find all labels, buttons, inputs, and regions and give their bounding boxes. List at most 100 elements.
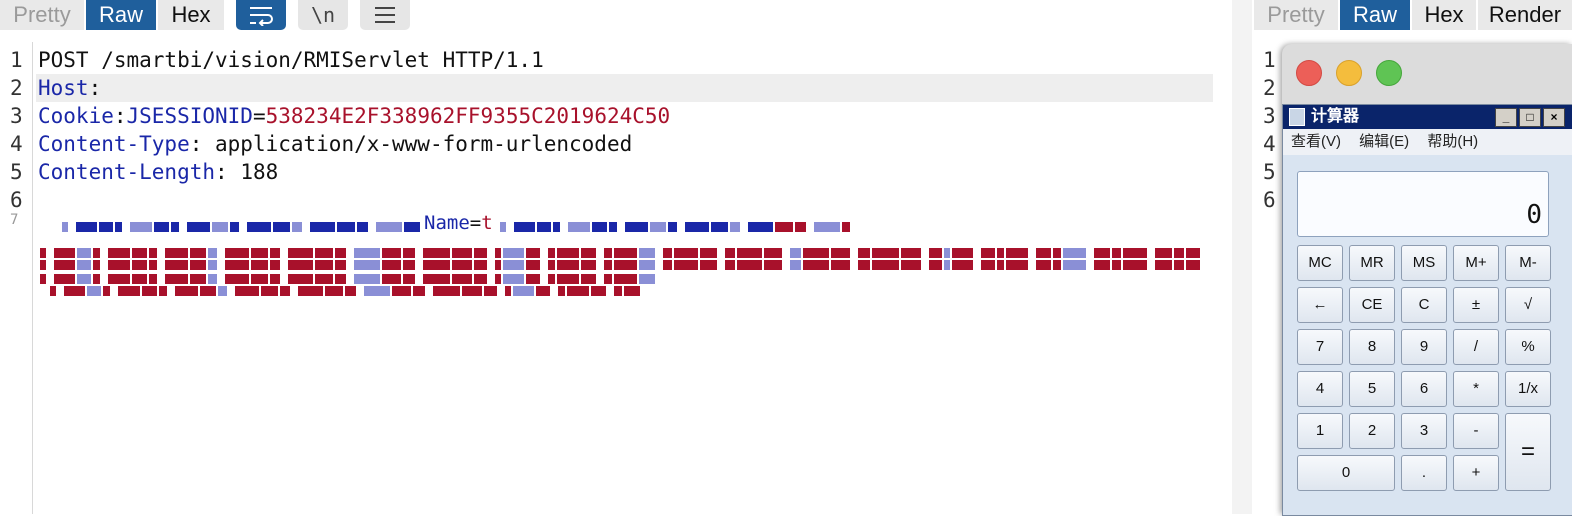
redaction-block	[77, 248, 91, 258]
redaction-block	[423, 260, 450, 270]
redaction-block	[325, 286, 343, 296]
redaction-block	[1006, 248, 1028, 258]
redaction-block	[433, 286, 460, 296]
key-m-plus[interactable]: M+	[1453, 245, 1499, 281]
key-9[interactable]: 9	[1401, 329, 1447, 365]
menu-help[interactable]: 帮助(H)	[1427, 133, 1478, 150]
tab-hex[interactable]: Hex	[158, 0, 224, 30]
minimize-window-icon[interactable]	[1336, 60, 1362, 86]
key-equals[interactable]: =	[1505, 413, 1551, 491]
key-reciprocal[interactable]: 1/x	[1505, 371, 1551, 407]
redaction-block	[625, 222, 648, 232]
maximize-icon[interactable]: □	[1519, 108, 1541, 127]
key-4[interactable]: 4	[1297, 371, 1343, 407]
redaction-block	[345, 286, 356, 296]
redaction-block	[40, 260, 46, 270]
header-name: Cookie	[38, 104, 114, 128]
key-sqrt[interactable]: √	[1505, 287, 1551, 323]
redaction-block	[1094, 260, 1110, 270]
key-multiply[interactable]: *	[1453, 371, 1499, 407]
minimize-icon[interactable]: _	[1495, 108, 1517, 127]
redaction-block	[280, 286, 290, 296]
key-subtract[interactable]: -	[1453, 413, 1499, 449]
redaction-block	[1036, 248, 1051, 258]
key-8[interactable]: 8	[1349, 329, 1395, 365]
redaction-block	[505, 286, 511, 296]
calculator-title-bar[interactable]: 计算器 _ □ ×	[1283, 105, 1572, 129]
redaction-block	[108, 274, 130, 284]
key-percent[interactable]: %	[1505, 329, 1551, 365]
content-type-header-line[interactable]: Content-Type: application/x-www-form-url…	[38, 132, 632, 156]
tab-raw[interactable]: Raw	[86, 0, 156, 30]
response-tab-pretty[interactable]: Pretty	[1254, 0, 1338, 30]
menu-view[interactable]: 查看(V)	[1291, 133, 1341, 150]
redaction-block	[1063, 248, 1086, 258]
redaction-block	[1174, 248, 1184, 258]
header-name: Host	[38, 76, 89, 100]
key-decimal[interactable]: .	[1401, 455, 1447, 491]
response-line-number: 2	[1263, 76, 1276, 100]
wrap-lines-button[interactable]	[236, 0, 286, 30]
close-window-icon[interactable]	[1296, 60, 1322, 86]
redaction-block	[1053, 260, 1061, 270]
redaction-block	[225, 248, 249, 258]
redaction-block	[700, 248, 717, 258]
redaction-block	[230, 222, 239, 232]
key-6[interactable]: 6	[1401, 371, 1447, 407]
key-7[interactable]: 7	[1297, 329, 1343, 365]
key-add[interactable]: +	[1453, 455, 1499, 491]
response-tab-render[interactable]: Render	[1478, 0, 1572, 30]
content-length-header-line[interactable]: Content-Length: 188	[38, 160, 278, 184]
header-value: 188	[240, 160, 279, 184]
key-m-minus[interactable]: M-	[1505, 245, 1551, 281]
key-negate[interactable]: ±	[1453, 287, 1499, 323]
pane-divider[interactable]	[1232, 0, 1252, 514]
key-backspace[interactable]: ←	[1297, 287, 1343, 323]
key-1[interactable]: 1	[1297, 413, 1343, 449]
key-mc[interactable]: MC	[1297, 245, 1343, 281]
show-newlines-button[interactable]: \n	[298, 0, 348, 30]
redaction-block	[40, 274, 46, 284]
key-clear-entry[interactable]: CE	[1349, 287, 1395, 323]
key-divide[interactable]: /	[1453, 329, 1499, 365]
redaction-block	[225, 260, 249, 270]
request-line[interactable]: POST /smartbi/vision/RMIServlet HTTP/1.1	[38, 48, 544, 72]
redaction-block	[952, 260, 973, 270]
redaction-block	[115, 222, 122, 232]
redaction-block	[650, 222, 666, 232]
cookie-header-line[interactable]: Cookie:JSESSIONID=538234E2F338962FF9355C…	[38, 104, 670, 128]
redaction-block	[452, 274, 472, 284]
tab-pretty[interactable]: Pretty	[0, 0, 84, 30]
redaction-block	[872, 248, 899, 258]
redaction-block	[548, 248, 555, 258]
redaction-block	[404, 222, 420, 232]
key-mr[interactable]: MR	[1349, 245, 1395, 281]
redaction-block	[76, 222, 97, 232]
zoom-window-icon[interactable]	[1376, 60, 1402, 86]
redaction-block	[452, 260, 472, 270]
calculator-app[interactable]: 计算器 _ □ × 查看(V) 编辑(E) 帮助(H) 0 MC MR MS M+ M-…	[1282, 104, 1572, 516]
redaction-block	[604, 248, 612, 258]
key-2[interactable]: 2	[1349, 413, 1395, 449]
redaction-block	[1006, 260, 1028, 270]
redaction-block	[674, 260, 698, 270]
response-tab-raw[interactable]: Raw	[1340, 0, 1410, 30]
redaction-block	[1112, 260, 1121, 270]
key-3[interactable]: 3	[1401, 413, 1447, 449]
host-header-line[interactable]: Host:	[38, 76, 101, 100]
key-clear[interactable]: C	[1401, 287, 1447, 323]
display-value: 0	[1526, 200, 1542, 230]
redaction-block	[251, 274, 268, 284]
key-ms[interactable]: MS	[1401, 245, 1447, 281]
redaction-block	[831, 248, 850, 258]
key-5[interactable]: 5	[1349, 371, 1395, 407]
redaction-block	[462, 286, 482, 296]
close-icon[interactable]: ×	[1543, 108, 1565, 127]
menu-edit[interactable]: 编辑(E)	[1359, 133, 1409, 150]
redaction-block	[357, 222, 368, 232]
redaction-block	[526, 274, 540, 284]
key-0[interactable]: 0	[1297, 455, 1395, 491]
response-tab-hex[interactable]: Hex	[1412, 0, 1476, 30]
menu-button[interactable]	[360, 0, 410, 30]
redaction-block	[614, 286, 622, 296]
